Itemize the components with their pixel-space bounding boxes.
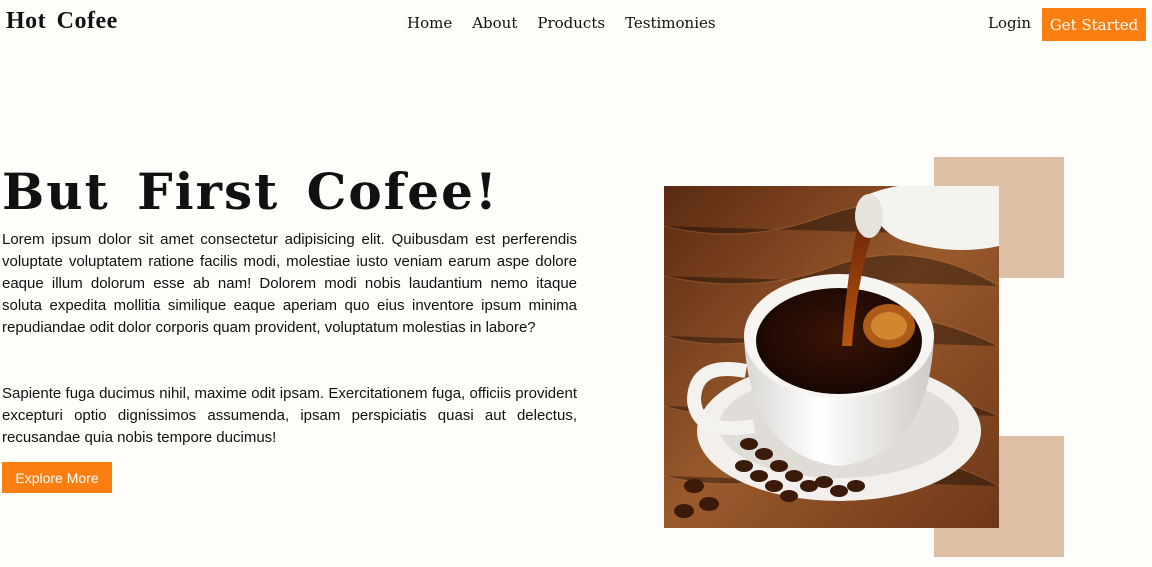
coffee-cup-image bbox=[664, 186, 999, 528]
hero-title: But First Cofee! bbox=[2, 162, 499, 221]
explore-more-button[interactable]: Explore More bbox=[2, 462, 112, 493]
nav-testimonies-link[interactable]: Testimonies bbox=[625, 14, 716, 32]
hero-paragraph-1: Lorem ipsum dolor sit amet consectetur a… bbox=[2, 231, 577, 336]
nav-products-link[interactable]: Products bbox=[537, 14, 605, 32]
nav-about-link[interactable]: About bbox=[472, 14, 517, 32]
top-navbar: Hot Cofee Home About Products Testimonie… bbox=[0, 0, 1152, 50]
hero-paragraph-2: Sapiente fuga ducimus nihil, maxime odit… bbox=[2, 385, 577, 446]
main-nav: Home About Products Testimonies bbox=[407, 14, 736, 32]
brand-logo[interactable]: Hot Cofee bbox=[6, 8, 118, 35]
get-started-button[interactable]: Get Started bbox=[1042, 8, 1146, 41]
nav-home-link[interactable]: Home bbox=[407, 14, 452, 32]
login-link[interactable]: Login bbox=[988, 14, 1031, 32]
coffee-cup-illustration bbox=[664, 186, 999, 528]
